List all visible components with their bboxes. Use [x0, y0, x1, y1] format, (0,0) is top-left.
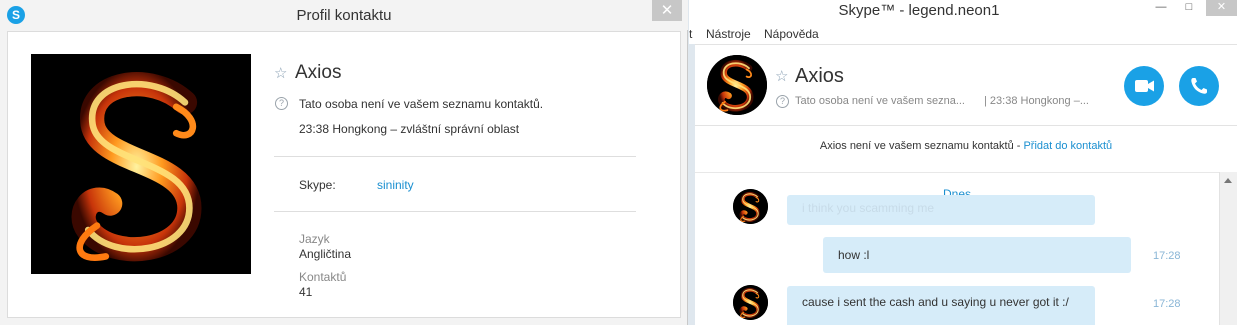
divider [274, 156, 636, 157]
message-bubble: how :l [823, 237, 1131, 273]
notice-text: Axios není ve vašem seznamu kontaktů - [819, 140, 1024, 152]
profile-panel: ☆ Axios ? Tato osoba není ve vašem sezna… [7, 31, 681, 318]
contacts-count-label: Kontaktů [299, 270, 347, 284]
skype-label: Skype: [299, 178, 336, 192]
menu-bar: t Nástroje Nápověda [689, 25, 1237, 45]
skype-titlebar: Skype™ - legend.neon1 — □ ✕ [689, 0, 1237, 22]
contact-status-text: Tato osoba není ve vašem seznamu kontakt… [299, 97, 544, 111]
profile-window: S Profil kontaktu ✕ ☆ Axios ? Tato osoba… [0, 0, 688, 325]
contact-local-time: 23:38 Hongkong – zvláštní správní oblast [299, 122, 520, 136]
profile-avatar [31, 54, 251, 274]
message-history[interactable]: Dnes i think you scamming me how :l 17:2… [695, 172, 1219, 325]
minimize-button[interactable]: — [1147, 0, 1175, 16]
not-in-contacts-notice: Axios není ve vašem seznamu kontaktů - P… [695, 140, 1237, 152]
conversation-local-time: | 23:38 Hongkong –... [984, 95, 1089, 107]
conversation-header: ☆ Axios ? Tato osoba není ve vašem sezna… [695, 44, 1237, 126]
favorite-star-icon[interactable]: ☆ [775, 67, 788, 85]
contacts-count-value: 41 [299, 285, 313, 299]
info-icon: ? [776, 95, 789, 108]
menu-item-tools[interactable]: Nástroje [706, 27, 751, 41]
conversation-status-text: Tato osoba není ve vašem sezna... [795, 95, 965, 107]
message-time: 17:28 [1153, 298, 1181, 310]
skype-main-window: Skype™ - legend.neon1 — □ ✕ t Nástroje N… [689, 0, 1237, 325]
info-icon: ? [275, 97, 288, 110]
contact-name: Axios [295, 62, 342, 83]
language-label: Jazyk [299, 232, 330, 246]
video-camera-icon [1135, 80, 1154, 92]
message-avatar [733, 285, 768, 320]
close-button[interactable]: ✕ [1206, 0, 1237, 16]
message-time: 17:28 [1153, 250, 1181, 262]
maximize-button[interactable]: □ [1175, 0, 1203, 16]
language-value: Angličtina [299, 247, 352, 261]
menu-item-cut[interactable]: t [689, 27, 692, 41]
scroll-up-icon[interactable] [1224, 178, 1232, 183]
conversation-avatar[interactable] [707, 55, 767, 115]
add-to-contacts-link[interactable]: Přidat do kontaktů [1023, 140, 1112, 152]
profile-titlebar: S Profil kontaktu ✕ [0, 0, 688, 30]
divider [274, 211, 636, 212]
conversation-name[interactable]: Axios [795, 65, 844, 88]
profile-close-button[interactable]: ✕ [652, 0, 682, 21]
profile-window-title: Profil kontaktu [296, 7, 392, 24]
message-bubble: cause i sent the cash and u saying u nev… [787, 286, 1095, 325]
video-call-button[interactable] [1124, 66, 1164, 106]
phone-icon [1191, 78, 1207, 94]
audio-call-button[interactable] [1179, 66, 1219, 106]
skype-name-link[interactable]: sininity [377, 178, 414, 192]
message-scrollbar[interactable] [1219, 172, 1237, 325]
favorite-star-icon[interactable]: ☆ [274, 64, 287, 82]
skype-window-title: Skype™ - legend.neon1 [838, 2, 1000, 19]
menu-item-help[interactable]: Nápověda [764, 27, 819, 41]
